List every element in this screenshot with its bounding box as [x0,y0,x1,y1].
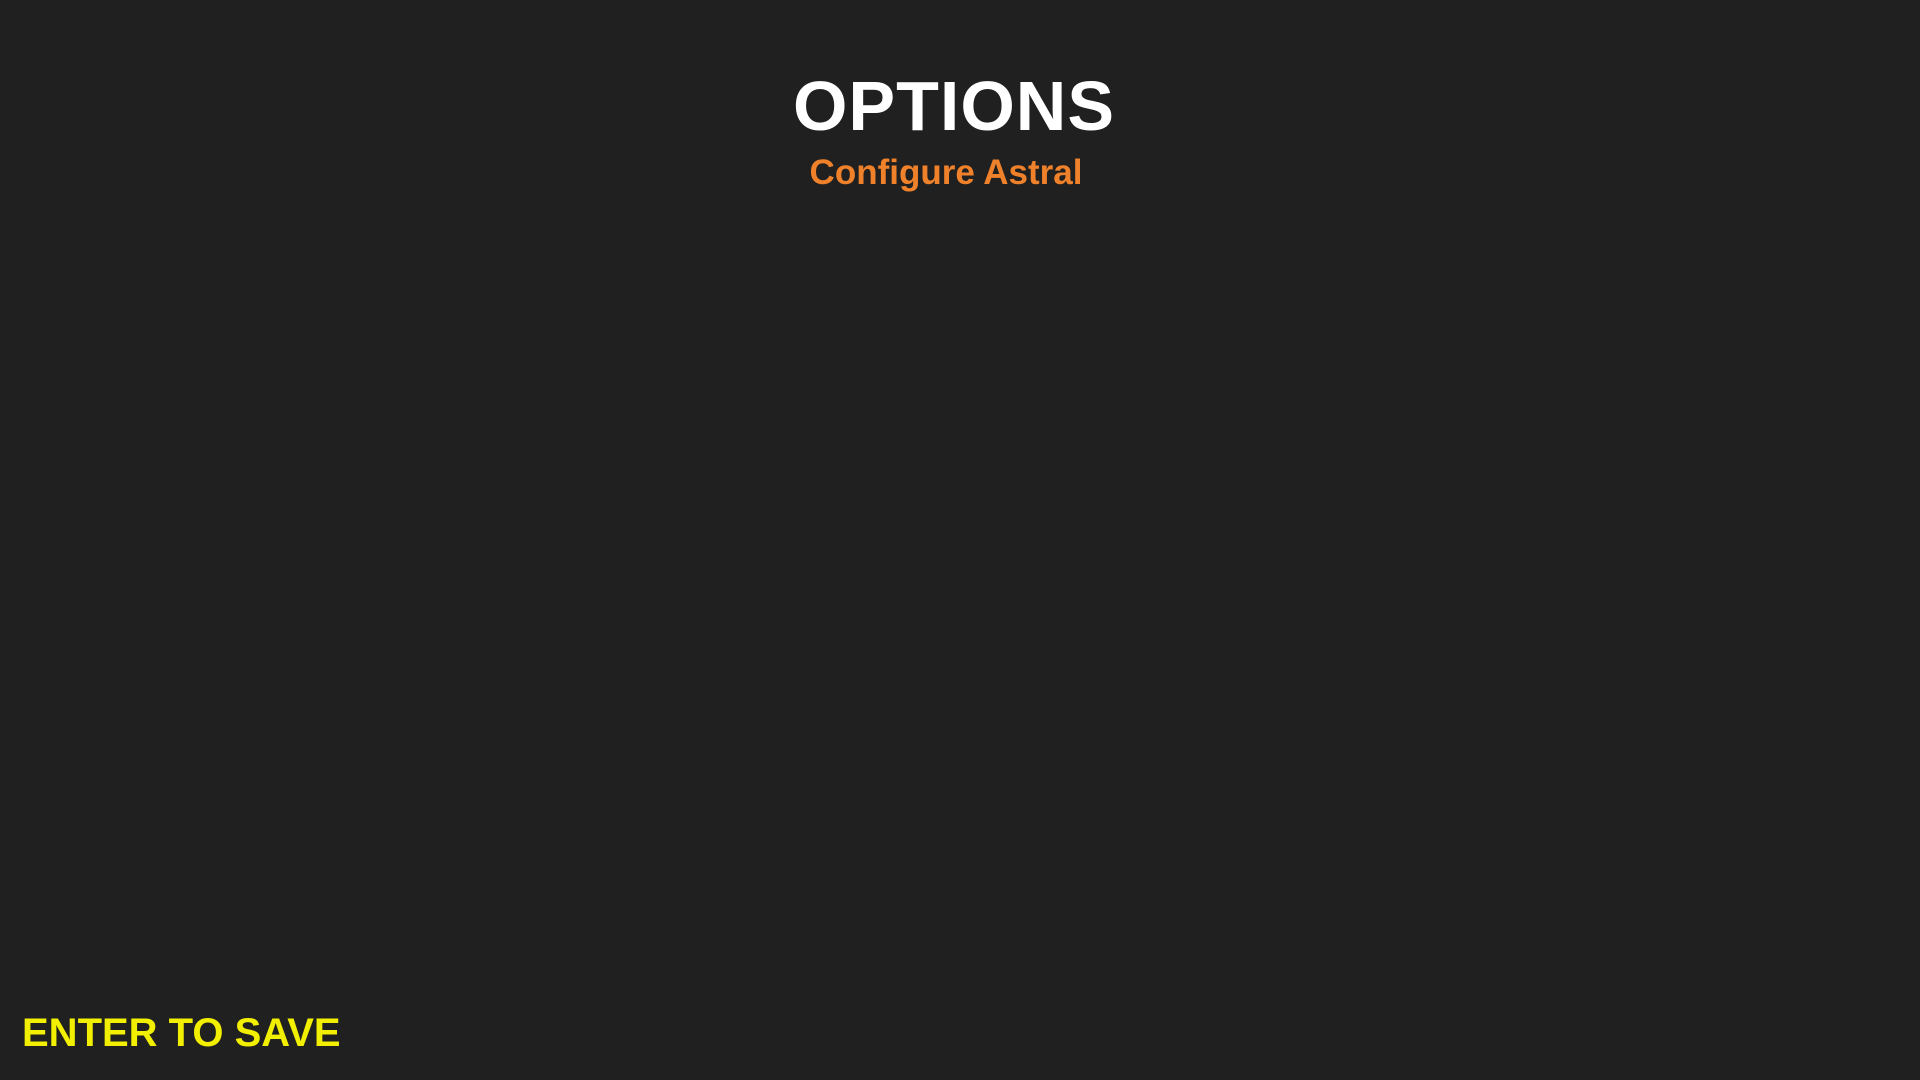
page-title: OPTIONS [792,67,1116,145]
options-header: OPTIONS Configure Astral [0,62,1908,196]
options-screen: OPTIONS Configure Astral ENTER TO SAVE [0,0,1920,1080]
page-subtitle: Configure Astral [809,153,1083,192]
enter-to-save-prompt[interactable]: ENTER TO SAVE [22,1008,341,1058]
